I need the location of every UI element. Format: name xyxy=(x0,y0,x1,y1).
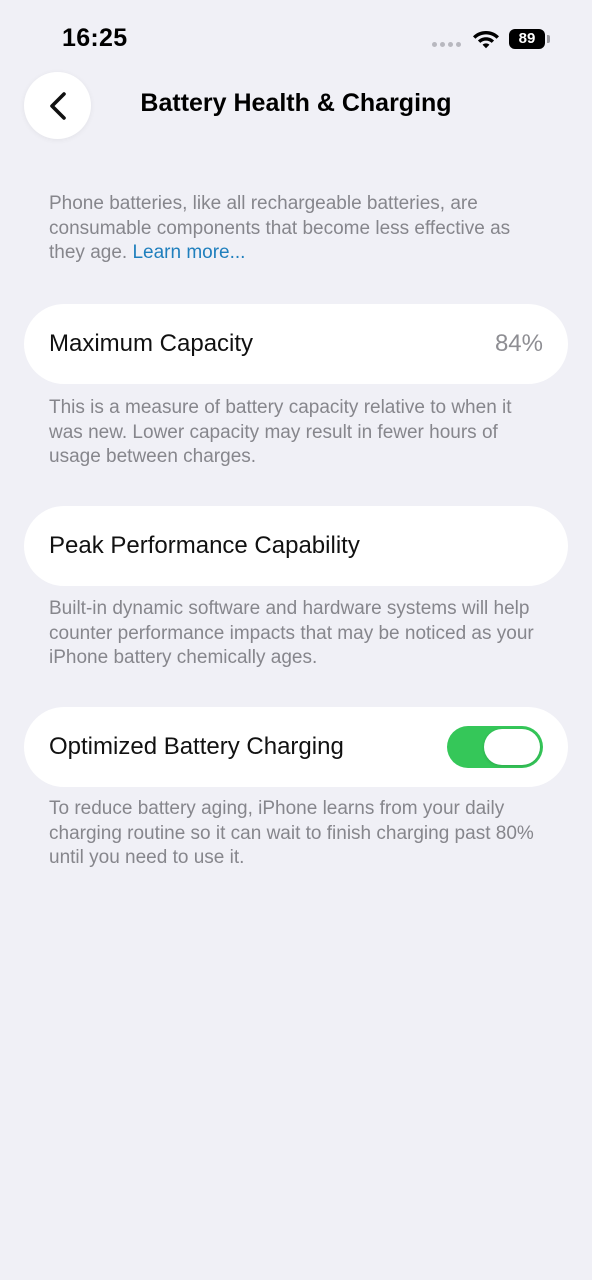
status-time: 16:25 xyxy=(62,24,128,52)
intro-description: Phone batteries, like all rechargeable b… xyxy=(49,193,511,263)
peak-performance-label: Peak Performance Capability xyxy=(49,532,360,559)
maximum-capacity-value: 84% xyxy=(494,330,543,357)
signal-dots-icon xyxy=(432,42,461,47)
wifi-icon xyxy=(473,31,499,49)
peak-performance-footnote: Built-in dynamic software and hardware s… xyxy=(49,598,534,668)
learn-more-link[interactable]: Learn more... xyxy=(132,242,245,263)
peak-performance-row: Peak Performance Capability xyxy=(24,506,568,586)
intro-text: Phone batteries, like all rechargeable b… xyxy=(49,192,549,266)
maximum-capacity-footnote: This is a measure of battery capacity re… xyxy=(49,397,512,467)
maximum-capacity-row: Maximum Capacity 84% xyxy=(24,304,568,384)
optimized-charging-footnote: To reduce battery aging, iPhone learns f… xyxy=(49,798,534,868)
battery-level: 89 xyxy=(509,29,545,49)
toggle-knob xyxy=(484,729,540,765)
optimized-charging-toggle[interactable] xyxy=(447,726,543,768)
battery-icon: 89 xyxy=(509,29,551,49)
status-bar: 16:25 89 xyxy=(0,0,592,80)
optimized-charging-label: Optimized Battery Charging xyxy=(49,733,344,760)
maximum-capacity-label: Maximum Capacity xyxy=(49,330,254,357)
page-title: Battery Health & Charging xyxy=(140,89,452,117)
optimized-charging-row: Optimized Battery Charging xyxy=(24,707,568,787)
